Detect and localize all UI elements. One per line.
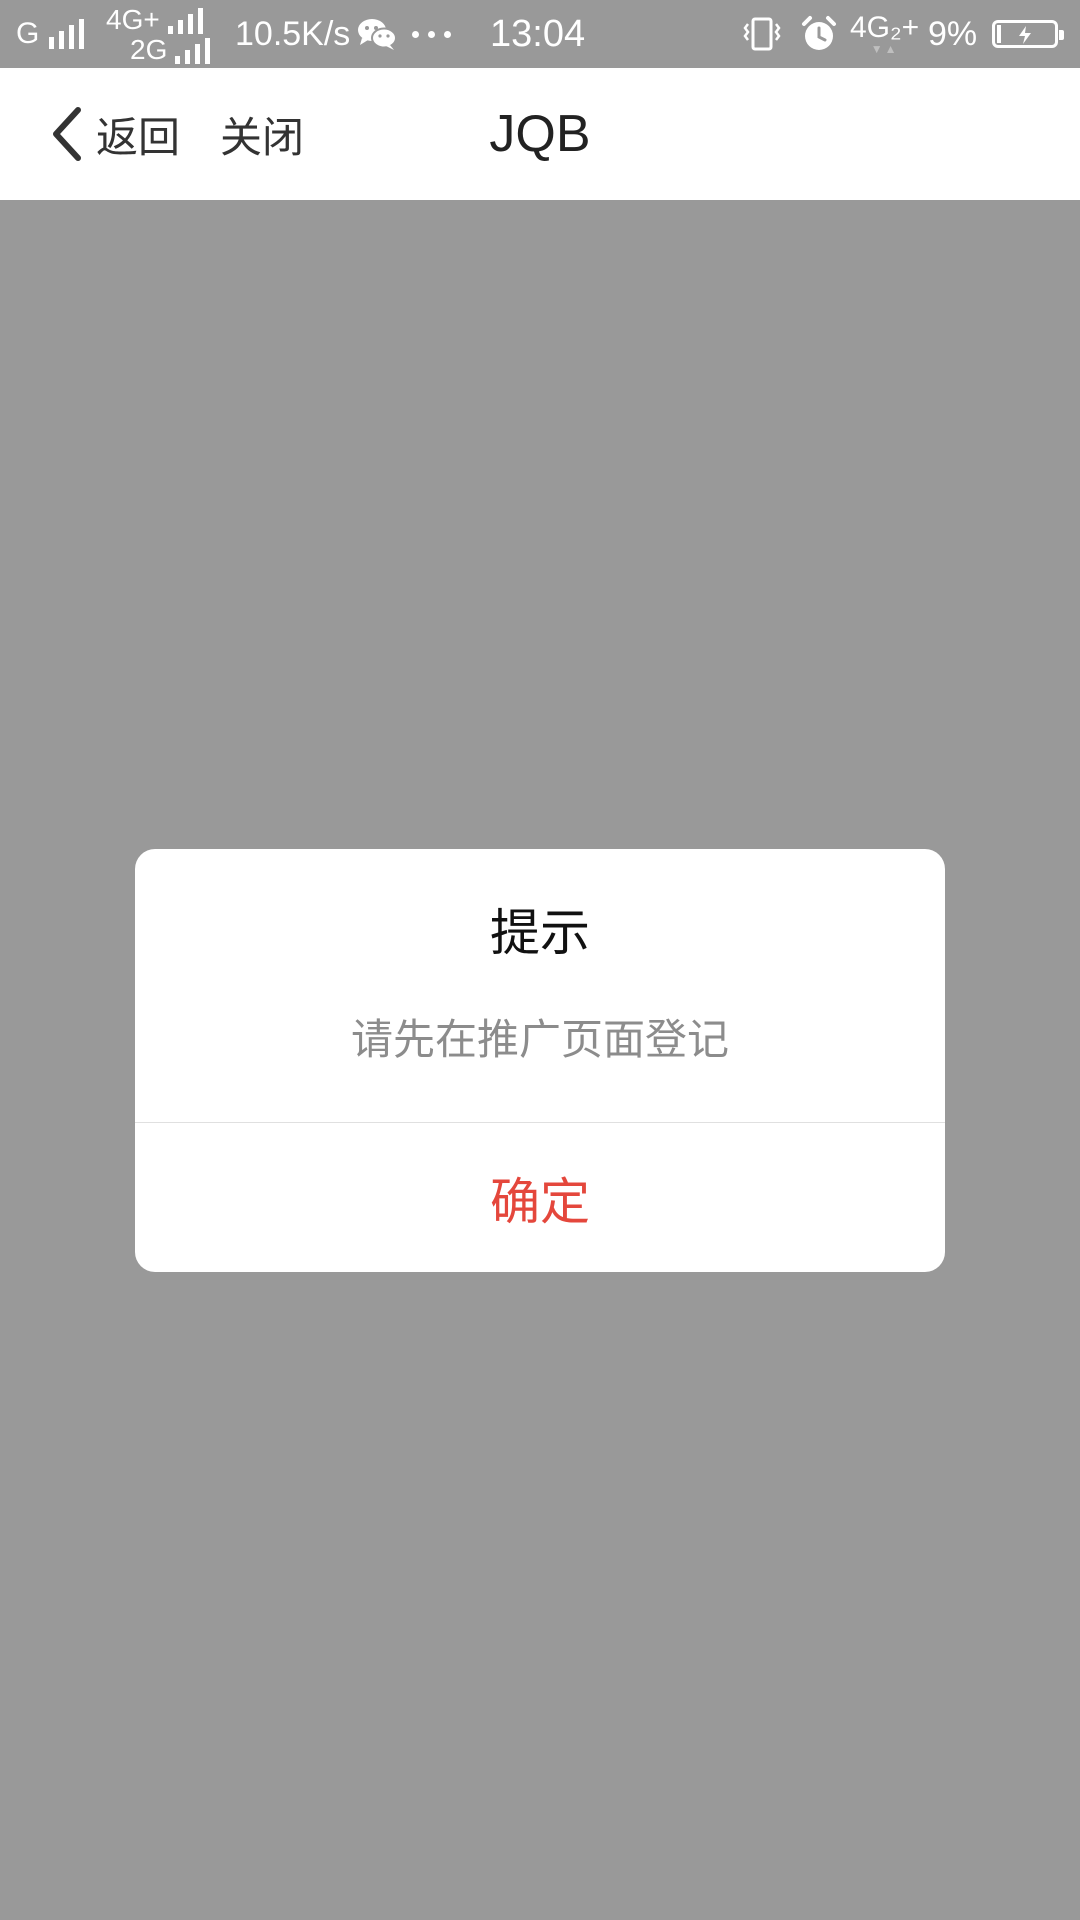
signal-icon: [167, 8, 203, 34]
sim2-bottom-label: 2G: [130, 34, 168, 65]
battery-charging-icon: [992, 0, 1064, 68]
signal-icon: [175, 38, 211, 64]
net-speed-text: 10.5K/s: [235, 15, 351, 53]
time-text: 13:04: [490, 13, 586, 55]
dialog-title: 提示: [490, 904, 590, 962]
data-network-label: 4G₂+: [850, 11, 920, 44]
nav-bar: 返回 关闭 JQB: [0, 68, 1080, 200]
alarm-icon: [800, 0, 838, 68]
sim2-top-label: 4G+: [106, 4, 160, 35]
sim2-signal: 4G+ 2G: [106, 0, 211, 68]
back-label: 返回: [96, 112, 181, 162]
more-dots-icon: [412, 0, 451, 68]
back-button[interactable]: 返回: [48, 68, 180, 200]
sim1-signal: G: [16, 0, 85, 68]
battery-percent: 9%: [928, 0, 977, 68]
status-bar: G 4G+ 2G 10.5K/s 13:04 4G₂+ ▼▲ 9%: [0, 0, 1080, 68]
sim1-label: G: [16, 17, 40, 50]
dialog-message: 请先在推广页面登记: [350, 1015, 729, 1064]
battery-percent-text: 9%: [928, 15, 978, 53]
chevron-left-icon: [53, 107, 81, 161]
vibrate-icon: [742, 0, 782, 68]
signal-icon: [49, 19, 85, 49]
wechat-icon: [356, 0, 398, 68]
confirm-button[interactable]: 确定: [135, 1123, 945, 1272]
data-network: 4G₂+ ▼▲: [850, 0, 919, 68]
net-speed: 10.5K/s: [235, 0, 350, 68]
alert-dialog: 提示 请先在推广页面登记 确定: [135, 849, 945, 1272]
close-button[interactable]: 关闭: [220, 68, 304, 200]
data-arrows-icon: ▼▲: [870, 42, 899, 56]
sim2-network-stack: 4G+ 2G: [106, 4, 211, 65]
status-time: 13:04: [490, 0, 585, 68]
